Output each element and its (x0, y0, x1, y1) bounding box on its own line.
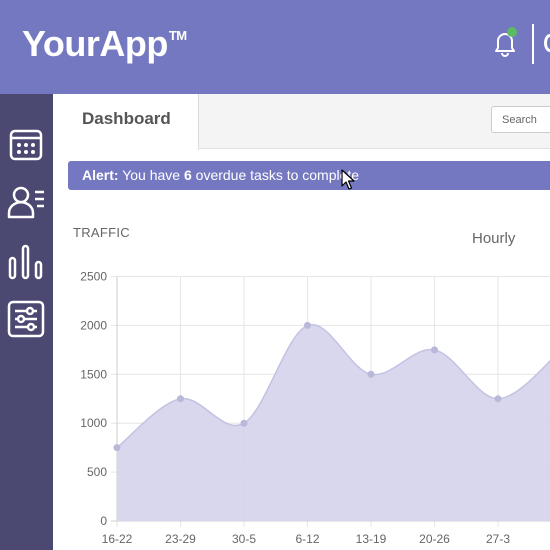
x-tick-label: 23-29 (165, 532, 196, 546)
alert-banner[interactable]: Alert: You have 6 overdue tasks to compl… (68, 161, 550, 190)
x-tick-label: 27-3 (486, 532, 510, 546)
x-tick-label: 20-26 (419, 532, 450, 546)
data-point (494, 395, 502, 403)
traffic-title: TRAFFIC (73, 225, 130, 240)
logo-text: YourApp (22, 23, 168, 64)
alert-text-after: overdue tasks to complete (191, 167, 360, 183)
user-menu-icon[interactable] (544, 34, 550, 52)
search-input[interactable] (491, 106, 550, 133)
alert-label: Alert: (82, 167, 119, 183)
app-header: YourAppTM (0, 0, 550, 94)
x-tick-label: 6-12 (295, 532, 319, 546)
y-tick-label: 1000 (80, 416, 107, 430)
trademark-mark: TM (168, 28, 187, 43)
traffic-mode-toggle[interactable]: Hourly (472, 230, 515, 247)
data-point (113, 444, 121, 452)
x-tick-label: 16-22 (102, 532, 133, 546)
data-point (367, 370, 375, 378)
y-tick-label: 2500 (80, 270, 107, 284)
y-tick-label: 0 (100, 514, 107, 528)
app-logo[interactable]: YourAppTM (22, 22, 187, 74)
calendar-icon[interactable] (7, 125, 45, 163)
traffic-chart: 0 500 1000 1500 2000 2500 16-22 23-29 30-5 6-12 13… (80, 270, 550, 546)
data-point (431, 346, 438, 354)
contacts-icon[interactable] (7, 183, 45, 221)
notification-dot (507, 27, 517, 37)
series-area (117, 324, 550, 521)
alert-count: 6 (183, 167, 192, 183)
y-tick-label: 500 (87, 465, 107, 479)
tab-dashboard[interactable]: Dashboard (53, 94, 199, 150)
x-tick-label: 30-5 (232, 532, 256, 546)
y-tick-label: 2000 (80, 318, 107, 332)
header-divider (532, 24, 534, 64)
alert-text-before: You have (118, 167, 184, 183)
data-point (240, 419, 248, 427)
y-tick-label: 1500 (80, 367, 107, 381)
x-tick-label: 13-19 (356, 532, 387, 546)
data-point (177, 395, 184, 403)
data-point (304, 321, 311, 329)
